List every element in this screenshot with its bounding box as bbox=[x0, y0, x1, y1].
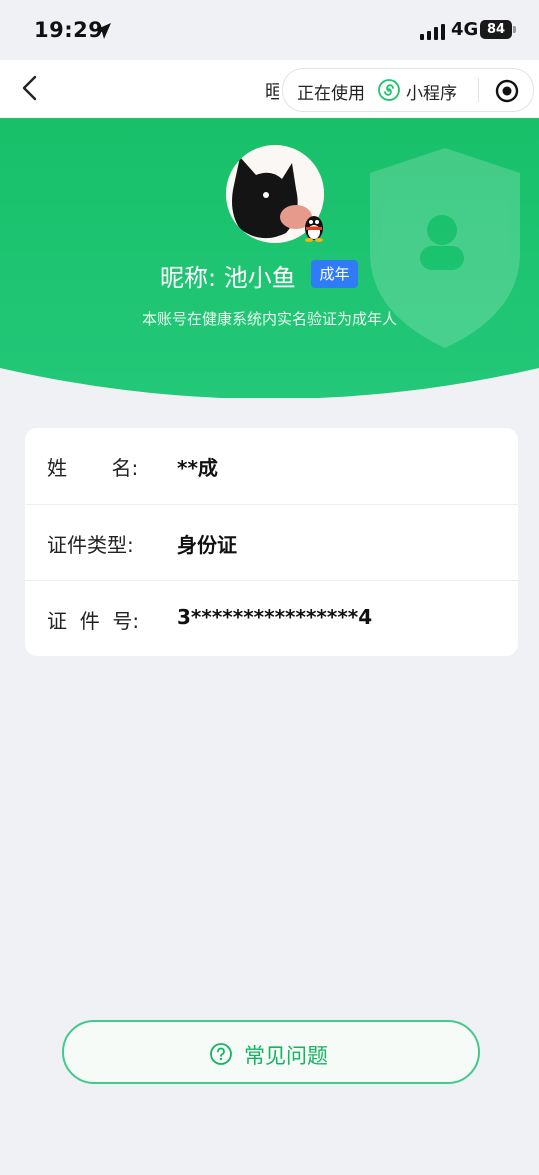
info-value: **成 bbox=[177, 456, 218, 480]
info-value: 3****************4 bbox=[177, 605, 373, 629]
info-value: 身份证 bbox=[177, 533, 237, 557]
nickname: 昵称: 池小鱼 bbox=[160, 264, 296, 292]
back-arrow-icon[interactable] bbox=[16, 73, 46, 103]
verification-description: 本账号在健康系统内实名验证为成年人 bbox=[141, 310, 397, 328]
battery-tip bbox=[513, 26, 516, 33]
battery-icon: 84 bbox=[480, 20, 512, 39]
faq-label: 常见问题 bbox=[244, 1044, 328, 1068]
qq-penguin-icon bbox=[305, 216, 323, 242]
capsule-status-text: 正在使用 bbox=[297, 84, 365, 104]
question-circle-icon bbox=[210, 1043, 232, 1065]
faq-button[interactable]: 常见问题 bbox=[62, 1020, 480, 1084]
page-title: 晅 bbox=[265, 81, 279, 103]
mini-program-icon bbox=[378, 79, 400, 101]
profile-header: 昵称: 池小鱼 成年 本账号在健康系统内实名验证为成年人 bbox=[0, 118, 539, 398]
info-label: 证 件 号: bbox=[47, 609, 140, 633]
status-bar: 19:29 4G 84 bbox=[0, 0, 539, 60]
close-record-icon[interactable] bbox=[495, 79, 519, 103]
info-label: 证件类型: bbox=[47, 533, 134, 557]
location-arrow-icon bbox=[95, 23, 111, 39]
mini-program-capsule: 正在使用 小程序 bbox=[282, 68, 534, 112]
info-row-name: 姓 名: **成 bbox=[25, 428, 518, 504]
info-row-id-type: 证件类型: 身份证 bbox=[25, 504, 518, 581]
adult-badge: 成年 bbox=[311, 260, 358, 288]
nav-bar: 晅 正在使用 小程序 bbox=[0, 60, 539, 118]
signal-icon bbox=[420, 24, 445, 40]
capsule-mini-program-label: 小程序 bbox=[406, 84, 457, 104]
capsule-divider bbox=[478, 78, 479, 102]
info-label: 姓 名: bbox=[47, 456, 139, 480]
identity-info-card: 姓 名: **成 证件类型: 身份证 证 件 号: 3*************… bbox=[25, 428, 518, 656]
network-type: 4G bbox=[451, 19, 479, 40]
info-row-id-number: 证 件 号: 3****************4 bbox=[25, 580, 518, 657]
